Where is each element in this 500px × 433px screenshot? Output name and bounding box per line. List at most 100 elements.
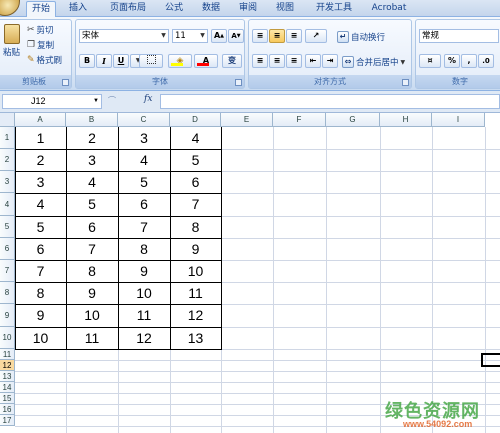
row-header-4[interactable]: 4: [0, 193, 15, 216]
chevron-down-icon[interactable]: ▼: [401, 59, 406, 66]
comma-button[interactable]: ,: [461, 54, 477, 68]
cell-b9[interactable]: 10: [66, 304, 118, 327]
chevron-down-icon[interactable]: ▼: [93, 95, 99, 108]
column-header-g[interactable]: G: [326, 113, 380, 127]
column-header-b[interactable]: B: [66, 113, 118, 127]
row-header-14[interactable]: 14: [0, 382, 15, 393]
cell-d8[interactable]: 11: [170, 282, 221, 304]
paste-button[interactable]: 粘贴: [3, 24, 20, 58]
tab-review[interactable]: 审阅: [234, 1, 262, 17]
percent-button[interactable]: %: [444, 54, 460, 68]
border-button[interactable]: [139, 54, 163, 68]
row-header-15[interactable]: 15: [0, 393, 15, 404]
cell-a7[interactable]: 7: [15, 260, 66, 282]
cell-c2[interactable]: 4: [118, 149, 170, 171]
cell-a4[interactable]: 4: [15, 193, 66, 216]
cell-a8[interactable]: 8: [15, 282, 66, 304]
row-header-2[interactable]: 2: [0, 149, 15, 171]
font-dialog-launcher[interactable]: [235, 79, 242, 86]
row-header-17[interactable]: 17: [0, 415, 15, 426]
column-header-i[interactable]: I: [432, 113, 485, 127]
column-header-a[interactable]: A: [15, 113, 66, 127]
tab-insert[interactable]: 插入: [64, 1, 92, 17]
orientation-button[interactable]: ↗: [305, 29, 327, 43]
align-right-button[interactable]: ≡: [286, 54, 302, 68]
insert-function-button[interactable]: fx: [144, 94, 152, 104]
row-header-16[interactable]: 16: [0, 404, 15, 415]
expand-icon[interactable]: ⌒: [108, 95, 116, 106]
cell-a5[interactable]: 5: [15, 216, 66, 238]
column-header-h[interactable]: H: [380, 113, 432, 127]
italic-button[interactable]: I: [96, 54, 112, 68]
column-header-f[interactable]: F: [273, 113, 326, 127]
accounting-format-button[interactable]: ¤: [419, 54, 441, 68]
worksheet-grid[interactable]: ABCDEFGHI 1 2 3 4 5 6 7 8 9 10 11 12 13 14 15 16 17 1234…: [0, 113, 500, 433]
formula-input[interactable]: [160, 94, 500, 109]
chevron-down-icon[interactable]: ▼: [198, 30, 207, 42]
tab-page-layout[interactable]: 页面布局: [104, 1, 152, 17]
align-top-button[interactable]: ≡: [252, 29, 268, 43]
cell-b8[interactable]: 9: [66, 282, 118, 304]
column-header-d[interactable]: D: [170, 113, 221, 127]
tab-view[interactable]: 视图: [271, 1, 299, 17]
row-header-1[interactable]: 1: [0, 127, 15, 149]
cell-b7[interactable]: 8: [66, 260, 118, 282]
row-header-7[interactable]: 7: [0, 260, 15, 282]
row-header-13[interactable]: 13: [0, 371, 15, 382]
decrease-indent-button[interactable]: ⇤: [305, 54, 321, 68]
chevron-down-icon[interactable]: ▼: [159, 30, 168, 42]
row-header-5[interactable]: 5: [0, 216, 15, 238]
tab-developer[interactable]: 开发工具: [310, 1, 358, 17]
cell-c9[interactable]: 11: [118, 304, 170, 327]
cell-c4[interactable]: 6: [118, 193, 170, 216]
grow-font-button[interactable]: A▲: [211, 29, 227, 43]
row-header-9[interactable]: 9: [0, 304, 15, 327]
tab-formulas[interactable]: 公式: [160, 1, 188, 17]
cell-c3[interactable]: 5: [118, 171, 170, 193]
increase-decimal-button[interactable]: .0: [478, 54, 494, 68]
tab-acrobat[interactable]: Acrobat: [367, 1, 411, 17]
row-header-11[interactable]: 11: [0, 349, 15, 360]
cell-c10[interactable]: 12: [118, 327, 170, 349]
cell-b1[interactable]: 2: [66, 127, 118, 149]
cell-d9[interactable]: 12: [170, 304, 221, 327]
cell-c8[interactable]: 10: [118, 282, 170, 304]
cell-b5[interactable]: 6: [66, 216, 118, 238]
cut-button[interactable]: ✂ 剪切: [27, 24, 54, 36]
fill-color-button[interactable]: ◈: [168, 54, 192, 68]
tab-data[interactable]: 数据: [197, 1, 225, 17]
cell-c5[interactable]: 7: [118, 216, 170, 238]
cell-a1[interactable]: 1: [15, 127, 66, 149]
cell-b3[interactable]: 4: [66, 171, 118, 193]
cell-a6[interactable]: 6: [15, 238, 66, 260]
clipboard-dialog-launcher[interactable]: [62, 79, 69, 86]
increase-indent-button[interactable]: ⇥: [322, 54, 338, 68]
cell-d1[interactable]: 4: [170, 127, 221, 149]
select-all-button[interactable]: [0, 113, 15, 127]
active-cell-indicator[interactable]: [481, 353, 500, 367]
cell-c1[interactable]: 3: [118, 127, 170, 149]
shrink-font-button[interactable]: A▼: [228, 29, 244, 43]
cell-b4[interactable]: 5: [66, 193, 118, 216]
row-header-12[interactable]: 12: [0, 360, 15, 371]
align-bottom-button[interactable]: ≡: [286, 29, 302, 43]
format-painter-button[interactable]: ✎ 格式刷: [27, 54, 62, 66]
row-header-3[interactable]: 3: [0, 171, 15, 193]
cell-b2[interactable]: 3: [66, 149, 118, 171]
cell-d6[interactable]: 9: [170, 238, 221, 260]
cell-a10[interactable]: 10: [15, 327, 66, 349]
copy-button[interactable]: ❐ 复制: [27, 39, 54, 51]
align-center-button[interactable]: ≡: [269, 54, 285, 68]
phonetic-button[interactable]: 变: [222, 54, 242, 68]
cell-b10[interactable]: 11: [66, 327, 118, 349]
number-format-combo[interactable]: 常规: [419, 29, 499, 43]
wrap-text-button[interactable]: ↵ 自动换行: [337, 31, 385, 43]
cell-c7[interactable]: 9: [118, 260, 170, 282]
cell-b6[interactable]: 7: [66, 238, 118, 260]
underline-button[interactable]: U: [113, 54, 129, 68]
column-header-e[interactable]: E: [221, 113, 273, 127]
cell-d5[interactable]: 8: [170, 216, 221, 238]
cell-d10[interactable]: 13: [170, 327, 221, 349]
cell-d3[interactable]: 6: [170, 171, 221, 193]
cell-c6[interactable]: 8: [118, 238, 170, 260]
